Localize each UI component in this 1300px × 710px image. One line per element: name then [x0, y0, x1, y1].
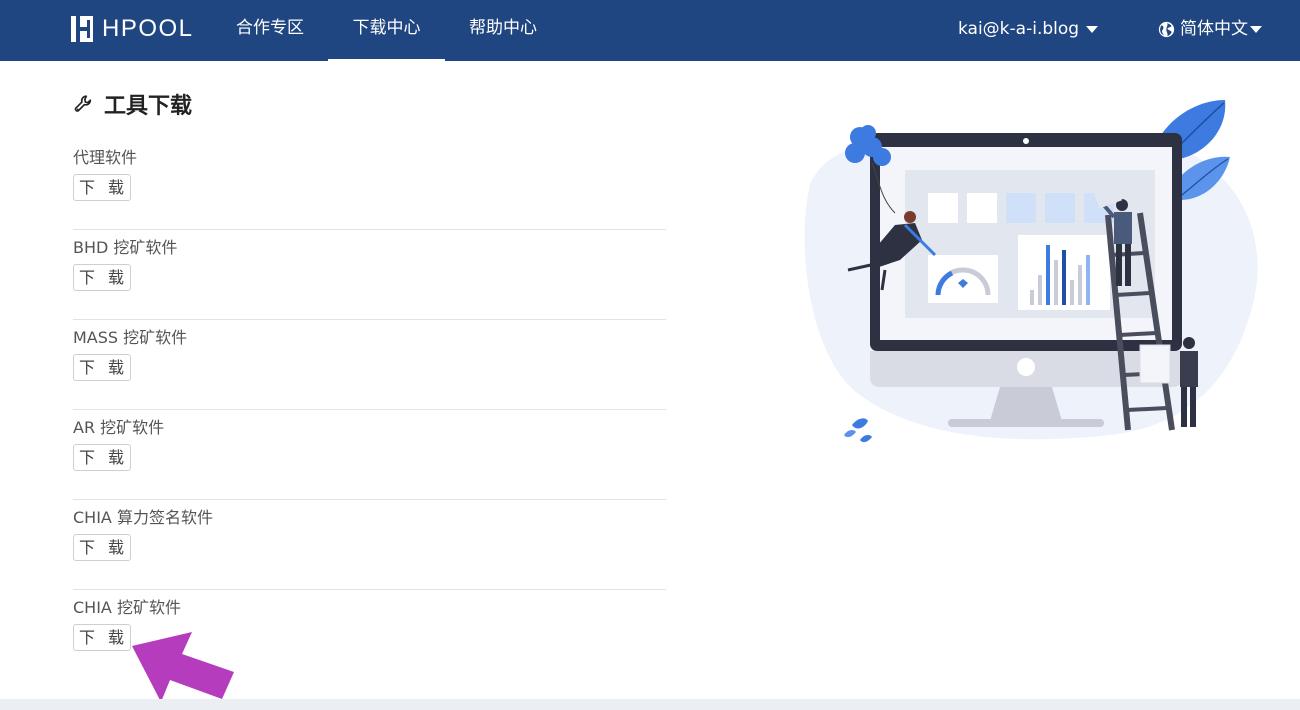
hpool-logo[interactable]: HPOOL: [71, 15, 194, 43]
tool-item-chia-signer: CHIA 算力签名软件 下 载: [73, 500, 666, 590]
wrench-icon: [74, 95, 92, 112]
download-button[interactable]: 下 载: [73, 534, 131, 561]
tool-name: BHD 挖矿软件: [73, 238, 178, 257]
language-selector[interactable]: 简体中文: [1158, 0, 1262, 58]
tool-name: AR 挖矿软件: [73, 418, 165, 437]
download-button[interactable]: 下 载: [73, 444, 131, 471]
footer-strip: [0, 699, 1300, 710]
nav-download-center[interactable]: 下载中心: [328, 0, 445, 61]
logo-text: HPOOL: [102, 15, 194, 42]
top-navbar: HPOOL 合作专区 下载中心 帮助中心 kai@k-a-i.blog 简体中文: [0, 0, 1300, 61]
user-menu[interactable]: kai@k-a-i.blog: [958, 0, 1099, 58]
chevron-down-icon: [1086, 25, 1099, 33]
nav-cooperation[interactable]: 合作专区: [222, 0, 318, 61]
tool-item-mass: MASS 挖矿软件 下 载: [73, 320, 666, 410]
tool-name: CHIA 算力签名软件: [73, 508, 213, 527]
dashboard-illustration: [804, 100, 1258, 443]
nav-help-center[interactable]: 帮助中心: [455, 0, 551, 61]
tool-name: CHIA 挖矿软件: [73, 598, 181, 617]
download-button[interactable]: 下 载: [73, 354, 131, 381]
tool-name: MASS 挖矿软件: [73, 328, 188, 347]
page-title: 工具下载: [73, 88, 192, 120]
chevron-down-icon: [1250, 25, 1262, 33]
tool-list: 代理软件 下 载 BHD 挖矿软件 下 载 MASS 挖矿软件 下 载 AR 挖…: [73, 140, 666, 680]
download-button[interactable]: 下 载: [73, 624, 131, 651]
tool-item-proxy: 代理软件 下 载: [73, 140, 666, 230]
globe-icon: [1158, 21, 1175, 37]
tool-item-bhd: BHD 挖矿软件 下 载: [73, 230, 666, 320]
logo-icon: [71, 16, 93, 42]
download-button[interactable]: 下 载: [73, 264, 131, 291]
tool-item-ar: AR 挖矿软件 下 载: [73, 410, 666, 500]
annotation-arrow-icon: [132, 632, 234, 702]
user-email: kai@k-a-i.blog: [958, 19, 1080, 39]
language-label: 简体中文: [1180, 19, 1248, 39]
page-title-text: 工具下载: [104, 94, 193, 119]
tool-name: 代理软件: [73, 148, 138, 167]
download-button[interactable]: 下 载: [73, 174, 131, 201]
